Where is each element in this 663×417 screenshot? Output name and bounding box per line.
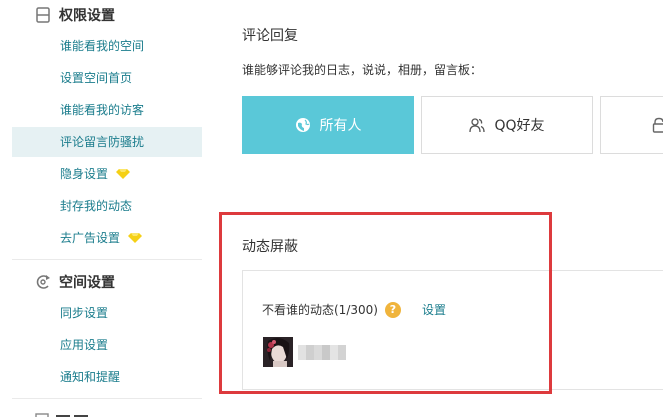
- settings-refresh-icon: [34, 273, 52, 291]
- option-private-button[interactable]: [600, 96, 663, 154]
- sidebar-divider: [12, 259, 202, 260]
- sidebar-divider: [12, 398, 202, 399]
- sidebar-item-stealth-settings[interactable]: 隐身设置: [12, 159, 202, 189]
- option-label: QQ好友: [494, 118, 545, 134]
- sidebar-item-app-settings[interactable]: 应用设置: [12, 330, 202, 360]
- sidebar-item-who-can-view-space[interactable]: 谁能看我的空间: [12, 31, 202, 61]
- lock-icon: [34, 6, 52, 24]
- comment-reply-title: 评论回复: [242, 28, 298, 44]
- section-space-settings-title: 空间设置: [59, 275, 115, 291]
- diamond-icon: [116, 160, 131, 179]
- option-label: 所有人: [319, 118, 362, 134]
- sidebar-item-archive-feeds[interactable]: 封存我的动态: [12, 191, 202, 221]
- highlight-box: [219, 212, 552, 394]
- option-everyone-button[interactable]: 所有人: [242, 96, 414, 154]
- comment-reply-subtitle: 谁能够评论我的日志，说说，相册，留言板：: [242, 63, 483, 77]
- lock-icon: [651, 117, 663, 133]
- sidebar-item-label: 隐身设置: [60, 167, 109, 181]
- sidebar-item-label: 去广告设置: [60, 231, 121, 245]
- sidebar-item-who-can-view-visitors[interactable]: 谁能看我的访客: [12, 95, 202, 125]
- sidebar-item-anti-harassment[interactable]: 评论留言防骚扰: [12, 127, 202, 157]
- friends-icon: [469, 117, 486, 133]
- option-qq-friends-button[interactable]: QQ好友: [421, 96, 593, 154]
- sidebar-item-space-homepage[interactable]: 设置空间首页: [12, 63, 202, 93]
- sidebar-item-notifications[interactable]: 通知和提醒: [12, 362, 202, 392]
- sidebar-item-ad-settings[interactable]: 去广告设置: [12, 223, 202, 253]
- diamond-icon: [128, 224, 143, 243]
- sidebar: 权限设置 谁能看我的空间 设置空间首页 谁能看我的访客 评论留言防骚扰 隐身设置…: [0, 0, 212, 417]
- next-section-header-partial: [34, 408, 94, 417]
- globe-icon: [295, 117, 311, 133]
- sidebar-item-sync-settings[interactable]: 同步设置: [12, 298, 202, 328]
- section-space-settings-header: 空间设置: [34, 271, 115, 293]
- section-permissions-title: 权限设置: [59, 8, 115, 24]
- section-permissions-header: 权限设置: [34, 4, 115, 26]
